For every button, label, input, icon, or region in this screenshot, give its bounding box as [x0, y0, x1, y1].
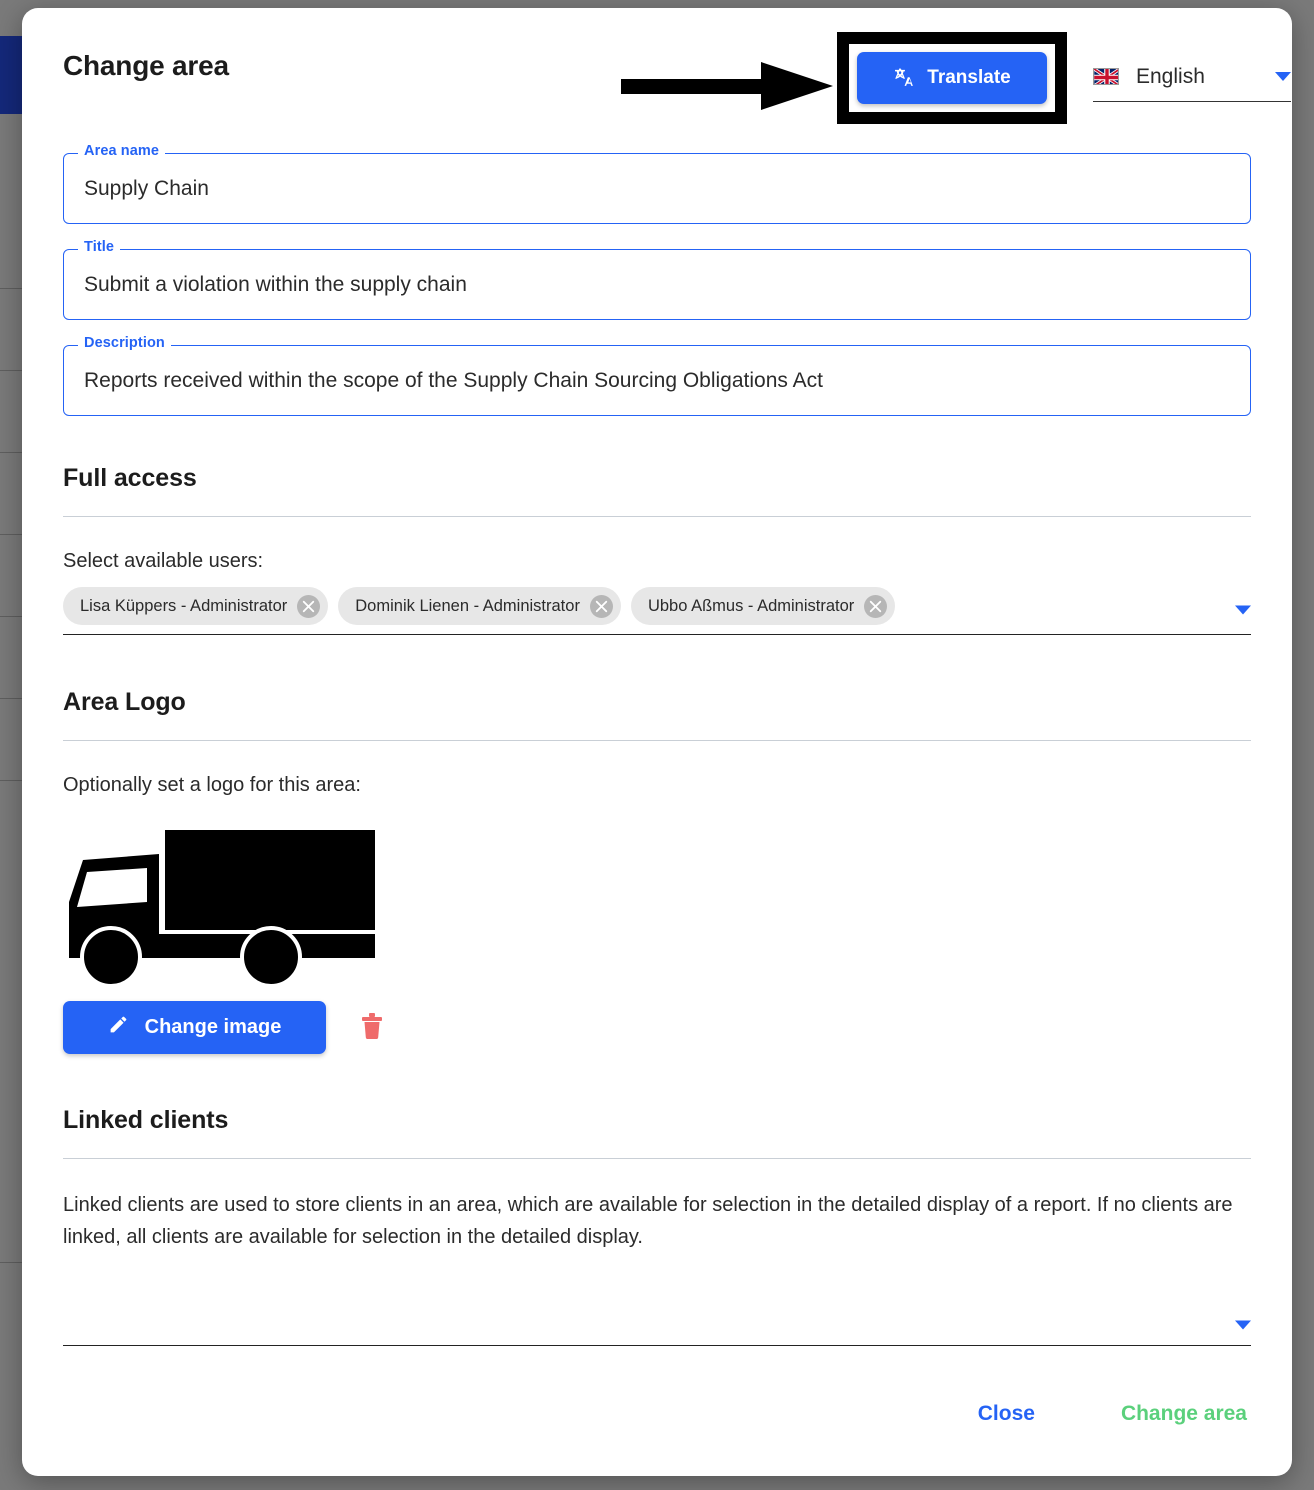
description-field[interactable]: Description: [63, 335, 1251, 416]
user-chip-label: Ubbo Aßmus - Administrator: [647, 596, 855, 615]
user-chip[interactable]: Lisa Küppers - Administrator: [63, 587, 329, 625]
linked-clients-section: Linked clients: [63, 1106, 1251, 1159]
linked-clients-description: Linked clients are used to store clients…: [63, 1194, 1233, 1249]
chevron-down-icon[interactable]: [1235, 1320, 1251, 1330]
section-divider: [63, 516, 1251, 517]
delivery-truck-logo: [63, 824, 375, 989]
translate-button-label: Translate: [927, 67, 1011, 88]
linked-clients-select[interactable]: [63, 1306, 1251, 1346]
translate-button[interactable]: Translate: [857, 52, 1047, 104]
language-select-value: English: [1136, 64, 1205, 88]
description-input[interactable]: [82, 367, 1232, 394]
change-image-button[interactable]: Change image: [63, 1001, 326, 1054]
change-image-label: Change image: [144, 1016, 282, 1038]
title-label: Title: [78, 239, 121, 255]
delete-image-button[interactable]: [356, 1008, 388, 1047]
area-name-input[interactable]: [82, 175, 1232, 202]
section-divider: [63, 740, 1251, 741]
uk-flag-icon: [1093, 68, 1119, 85]
description-label: Description: [78, 335, 171, 351]
section-divider: [63, 1158, 1251, 1159]
dialog-header: Change area Translate English: [63, 8, 1291, 124]
language-select[interactable]: English: [1093, 52, 1291, 102]
change-area-button[interactable]: Change area: [1117, 1396, 1251, 1432]
user-chip-label: Lisa Küppers - Administrator: [80, 596, 288, 615]
area-logo-heading: Area Logo: [63, 688, 186, 716]
title-field[interactable]: Title: [63, 239, 1251, 320]
change-area-dialog: Change area Translate English Area name …: [22, 8, 1292, 1476]
logo-prompt: Optionally set a logo for this area:: [63, 774, 361, 796]
select-users-prompt: Select available users:: [63, 550, 264, 572]
dialog-content: Change area Translate English Area name …: [22, 8, 1292, 1476]
area-name-field[interactable]: Area name: [63, 143, 1251, 224]
logo-actions: Change image: [63, 1001, 1251, 1054]
user-select[interactable]: Lisa Küppers - Administrator Dominik Lie…: [63, 585, 1251, 635]
linked-clients-heading: Linked clients: [63, 1106, 229, 1134]
user-chip-label: Dominik Lienen - Administrator: [355, 596, 580, 615]
close-circle-icon[interactable]: [864, 594, 888, 618]
close-button[interactable]: Close: [974, 1396, 1039, 1432]
trash-icon: [360, 1012, 384, 1043]
translate-icon: [893, 67, 915, 89]
close-circle-icon[interactable]: [589, 594, 613, 618]
dialog-footer: Close Change area: [63, 1396, 1251, 1432]
user-chip[interactable]: Dominik Lienen - Administrator: [338, 587, 621, 625]
full-access-heading: Full access: [63, 464, 197, 492]
area-logo-section: Area Logo: [63, 688, 1251, 741]
chevron-down-icon: [1275, 72, 1291, 81]
chevron-down-icon[interactable]: [1235, 605, 1251, 614]
right-arrow-annotation: [621, 58, 833, 114]
full-access-section: Full access: [63, 464, 1251, 517]
title-input[interactable]: [82, 271, 1232, 298]
pencil-icon: [108, 1014, 129, 1041]
area-name-label: Area name: [78, 143, 166, 159]
close-circle-icon[interactable]: [297, 594, 321, 618]
user-chip[interactable]: Ubbo Aßmus - Administrator: [630, 587, 896, 625]
page-title: Change area: [63, 50, 229, 81]
